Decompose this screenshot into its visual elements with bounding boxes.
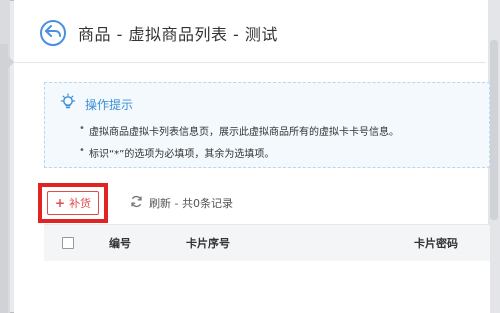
table-body — [44, 261, 490, 313]
column-header-card-password[interactable]: 卡片密码 — [414, 235, 458, 251]
back-button[interactable] — [40, 20, 66, 46]
refresh-label: 刷新 - 共0条记录 — [149, 197, 234, 210]
tips-line-text: 标识“*”的选项为必填项，其余为选填项。 — [89, 149, 275, 160]
tips-line: • 虚拟商品虚拟卡列表信息页，展示此虚拟商品所有的虚拟卡卡号信息。 — [79, 123, 399, 138]
refresh-icon — [130, 195, 143, 211]
tips-line: • 标识“*”的选项为必填项，其余为选填项。 — [79, 145, 275, 160]
highlight-box: + 补货 — [38, 183, 109, 223]
plus-icon: + — [55, 196, 66, 210]
column-header-card-number[interactable]: 卡片序号 — [186, 235, 230, 251]
scrollbar-thumb[interactable] — [490, 40, 498, 220]
tips-header: 操作提示 — [59, 93, 133, 115]
select-all-checkbox[interactable] — [62, 237, 74, 249]
table-header: 编号 卡片序号 卡片密码 — [44, 224, 490, 262]
table-toolbar: + 补货 刷新 - 共0条记录 — [38, 182, 233, 224]
add-stock-label: 补货 — [69, 197, 92, 210]
page-title: 商品 - 虚拟商品列表 - 测试 — [78, 25, 278, 44]
tips-title: 操作提示 — [85, 97, 134, 112]
tips-line-text: 虚拟商品虚拟卡列表信息页，展示此虚拟商品所有的虚拟卡卡号信息。 — [89, 127, 399, 138]
bullet-icon: • — [79, 123, 85, 134]
left-sidebar-strip — [0, 44, 8, 313]
back-arrow-icon — [45, 24, 61, 43]
operation-tips-box: 操作提示 • 虚拟商品虚拟卡列表信息页，展示此虚拟商品所有的虚拟卡卡号信息。 •… — [44, 82, 490, 168]
add-stock-button[interactable]: + 补货 — [47, 191, 100, 215]
page-header: 商品 - 虚拟商品列表 - 测试 — [40, 16, 278, 50]
refresh-button[interactable]: 刷新 - 共0条记录 — [130, 195, 233, 211]
header-divider — [14, 62, 486, 63]
column-header-id[interactable]: 编号 — [109, 235, 131, 251]
bullet-icon: • — [79, 145, 85, 156]
lightbulb-icon — [59, 93, 77, 115]
